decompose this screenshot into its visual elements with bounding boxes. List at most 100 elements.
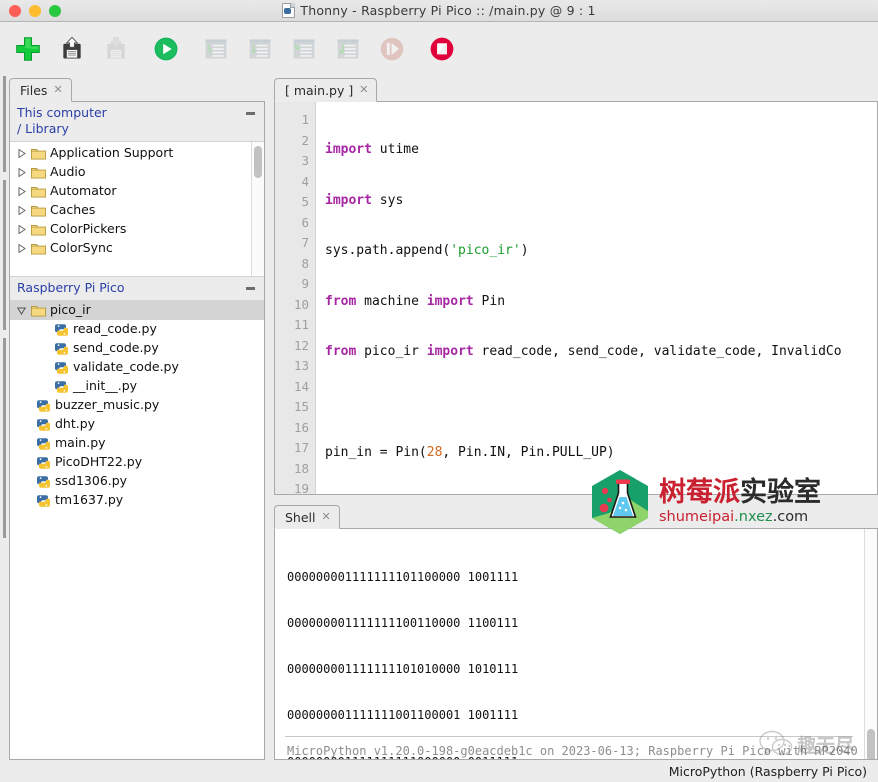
- chevron-right-icon[interactable]: [16, 168, 27, 177]
- green-play-icon: [154, 37, 178, 61]
- chevron-right-icon[interactable]: [16, 206, 27, 215]
- debug-button[interactable]: [197, 30, 235, 68]
- left-edge-rail: [0, 76, 9, 760]
- editor-pane: [ main.py ] ✕ 1 2 3 4 5 6 7 8 9 10 11 12…: [274, 76, 878, 495]
- line-number: 2: [301, 132, 309, 148]
- shell-output[interactable]: 000000001111111101100000 1001111 0000000…: [274, 529, 878, 760]
- shell-scrollbar[interactable]: [864, 529, 877, 759]
- code-line-8: pin_out = Pin(21, mode=Pin.OUT): [325, 494, 877, 495]
- tree-row-validate-code[interactable]: validate_code.py: [10, 358, 264, 377]
- line-number: 5: [301, 194, 309, 209]
- collapse-icon[interactable]: [246, 287, 255, 290]
- close-icon[interactable]: ✕: [359, 84, 368, 95]
- tree-row-application-support[interactable]: Application Support: [10, 144, 264, 163]
- shell-pane: Shell ✕ 000000001111111101100000 1001111…: [274, 503, 878, 760]
- tree-row-tm1637[interactable]: tm1637.py: [10, 491, 264, 510]
- tree-row-main[interactable]: main.py: [10, 434, 264, 453]
- line-number: 3: [301, 153, 309, 168]
- python-file-icon: [54, 380, 69, 394]
- save-button[interactable]: [53, 30, 91, 68]
- code-line-3: sys.path.append('pico_ir'): [325, 243, 529, 258]
- tree-row-send-code[interactable]: send_code.py: [10, 339, 264, 358]
- files-pane: Files ✕ This computer / Library Applicat…: [9, 76, 265, 760]
- tree-row-ssd1306[interactable]: ssd1306.py: [10, 472, 264, 491]
- tree-label: Caches: [50, 202, 96, 218]
- collapse-icon[interactable]: [246, 112, 255, 115]
- tab-main-py-label: [ main.py ]: [285, 82, 354, 98]
- tab-files[interactable]: Files ✕: [9, 78, 72, 102]
- rail-tick-2: [3, 180, 6, 330]
- shell-separator: [285, 736, 853, 737]
- folder-icon: [31, 185, 46, 198]
- line-number: 8: [301, 255, 309, 271]
- tree-row-dht[interactable]: dht.py: [10, 415, 264, 434]
- python-file-icon: [36, 399, 51, 413]
- right-column: [ main.py ] ✕ 1 2 3 4 5 6 7 8 9 10 11 12…: [265, 76, 878, 760]
- step-over-icon: [249, 39, 271, 59]
- tree-row-colorpickers[interactable]: ColorPickers: [10, 220, 264, 239]
- shell-output-text: 000000001111111101100000 1001111 0000000…: [275, 529, 877, 759]
- tree-row-pico-ir[interactable]: pico_ir: [10, 301, 264, 320]
- chevron-right-icon[interactable]: [16, 187, 27, 196]
- scrollbar-thumb[interactable]: [254, 146, 262, 178]
- new-file-button[interactable]: [9, 30, 47, 68]
- load-button[interactable]: [97, 30, 135, 68]
- shell-tabstrip: Shell ✕: [274, 503, 878, 529]
- code-text[interactable]: import utime import sys sys.path.append(…: [316, 102, 877, 494]
- line-number: 19: [293, 481, 309, 495]
- close-icon[interactable]: ✕: [53, 84, 62, 95]
- minimize-button[interactable]: [29, 4, 41, 17]
- stop-button[interactable]: [423, 30, 461, 68]
- python-file-icon: [36, 418, 51, 432]
- status-bar: MicroPython (Raspberry Pi Pico): [0, 760, 878, 782]
- close-button[interactable]: [9, 4, 21, 17]
- interpreter-label[interactable]: MicroPython (Raspberry Pi Pico): [669, 764, 867, 779]
- this-computer-title: This computer: [17, 105, 107, 120]
- floppy-load-icon: [107, 37, 125, 59]
- window-title-group: Thonny - Raspberry Pi Pico :: /main.py @…: [0, 0, 878, 21]
- python-file-icon: [282, 3, 296, 18]
- tree-row-init[interactable]: __init__.py: [10, 377, 264, 396]
- close-icon[interactable]: ✕: [322, 511, 331, 522]
- tree-label: send_code.py: [73, 340, 159, 356]
- zoom-button[interactable]: [49, 4, 61, 17]
- tab-shell[interactable]: Shell ✕: [274, 505, 340, 529]
- step-over-button[interactable]: [241, 30, 279, 68]
- step-out-icon: [337, 39, 359, 59]
- step-out-button[interactable]: [329, 30, 367, 68]
- tree-row-picodht22[interactable]: PicoDHT22.py: [10, 453, 264, 472]
- this-computer-tree[interactable]: Application Support Audio Automator Cach…: [10, 142, 264, 277]
- chevron-right-icon[interactable]: [16, 149, 27, 158]
- chevron-right-icon[interactable]: [16, 225, 27, 234]
- chevron-right-icon[interactable]: [16, 244, 27, 253]
- chevron-down-icon[interactable]: [16, 307, 27, 315]
- scrollbar-thumb[interactable]: [867, 729, 875, 759]
- run-button[interactable]: [147, 30, 185, 68]
- step-into-button[interactable]: [285, 30, 323, 68]
- python-file-icon: [54, 361, 69, 375]
- tree-row-colorsync[interactable]: ColorSync: [10, 239, 264, 258]
- tree-row-buzzer-music[interactable]: buzzer_music.py: [10, 396, 264, 415]
- files-tabstrip: Files ✕: [9, 76, 265, 102]
- tree-row-audio[interactable]: Audio: [10, 163, 264, 182]
- this-computer-scrollbar[interactable]: [251, 142, 264, 276]
- raspberry-pi-pico-tree[interactable]: pico_ir read_code.py send_code.py valida…: [10, 301, 264, 759]
- line-number: 4: [301, 173, 309, 189]
- line-number: 18: [293, 460, 309, 476]
- code-editor[interactable]: 1 2 3 4 5 6 7 8 9 10 11 12 13 14 15 16 1…: [274, 102, 878, 495]
- tree-row-read-code[interactable]: read_code.py: [10, 320, 264, 339]
- tab-main-py[interactable]: [ main.py ] ✕: [274, 78, 378, 102]
- tree-label: tm1637.py: [55, 492, 124, 508]
- tree-row-caches[interactable]: Caches: [10, 201, 264, 220]
- tree-row-automator[interactable]: Automator: [10, 182, 264, 201]
- line-number: 14: [293, 378, 309, 394]
- tree-label: main.py: [55, 435, 106, 451]
- resume-icon: [380, 37, 404, 61]
- this-computer-header: This computer / Library: [10, 102, 264, 142]
- thonny-window: Thonny - Raspberry Pi Pico :: /main.py @…: [0, 0, 878, 782]
- tree-label: buzzer_music.py: [55, 397, 160, 413]
- line-number: 12: [293, 337, 309, 353]
- resume-button[interactable]: [373, 30, 411, 68]
- tree-label: Automator: [50, 183, 117, 199]
